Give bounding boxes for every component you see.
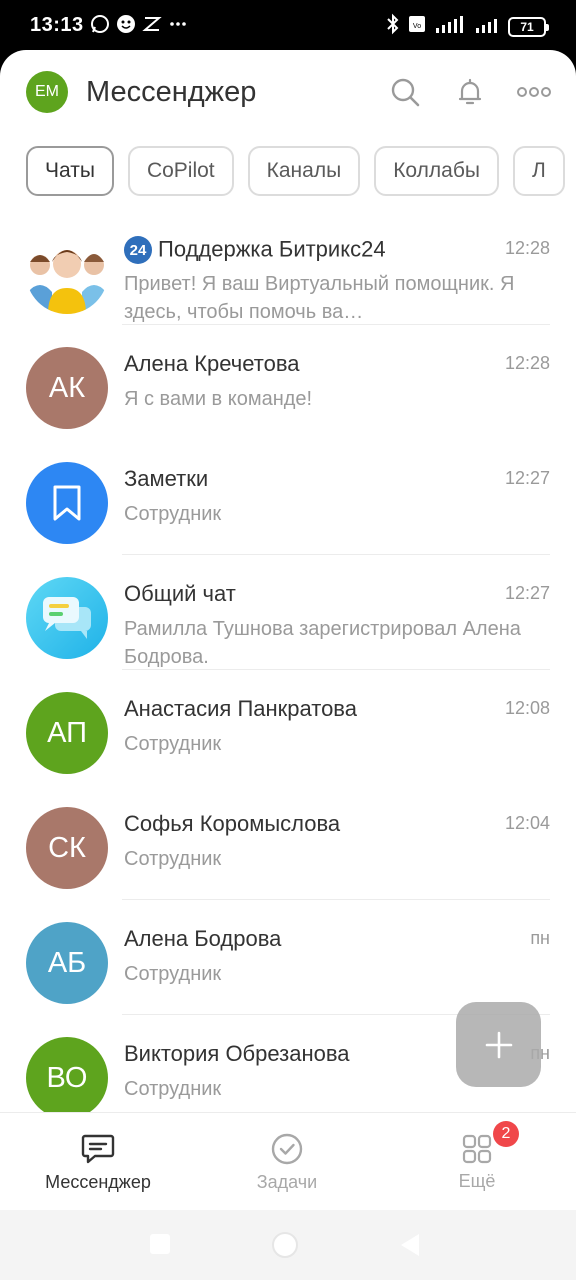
back-icon[interactable] <box>398 1231 422 1259</box>
chat-item-notes[interactable]: Заметки 12:27 Сотрудник <box>0 440 576 555</box>
avatar: СК <box>26 807 108 889</box>
chat-item-support[interactable]: 24 Поддержка Битрикс24 12:28 Привет! Я ва… <box>0 210 576 325</box>
system-status-icons: Vo 71 <box>386 13 549 40</box>
avatar: АП <box>26 692 108 774</box>
chat-name: Алена Кречетова <box>124 351 300 376</box>
support-avatar <box>26 232 108 314</box>
chat-time: 12:28 <box>504 238 550 258</box>
chat-name: 24 Поддержка Битрикс24 <box>124 236 386 264</box>
signal-icon-1 <box>434 14 466 39</box>
notification-icons <box>90 14 188 34</box>
chat-name: Заметки <box>124 466 209 491</box>
chat-time: пн <box>530 928 550 948</box>
more-menu-button[interactable] <box>514 72 554 112</box>
chat-message: Рамилла Тушнова зарегистрировал Алена Бо… <box>124 618 521 668</box>
chat-item-general[interactable]: Общий чат 12:27 Рамилла Тушнова зарегист… <box>0 555 576 670</box>
system-navigation-bar <box>0 1210 576 1280</box>
nav-messenger-label: Мессенджер <box>45 1171 151 1192</box>
search-button[interactable] <box>385 72 425 112</box>
tab-collabs[interactable]: Коллабы <box>374 146 499 196</box>
chat-message: Сотрудник <box>124 503 222 525</box>
user-avatar[interactable]: ЕМ <box>26 71 68 113</box>
svg-text:Vo: Vo <box>413 23 421 30</box>
nav-tasks-label: Задачи <box>256 1171 318 1192</box>
chat-time: 12:27 <box>504 583 550 603</box>
page-title: Мессенджер <box>86 76 257 108</box>
chat-name: Общий чат <box>124 581 236 606</box>
tab-channels[interactable]: Каналы <box>247 146 361 196</box>
filter-tabs: Чаты CoPilot Каналы Коллабы Л <box>26 146 565 196</box>
chat-name: Алена Бодрова <box>124 926 282 951</box>
bluetooth-icon <box>386 13 400 40</box>
messenger-icon <box>81 1134 115 1163</box>
whatsapp-icon <box>90 14 110 34</box>
new-chat-button[interactable] <box>456 1002 541 1087</box>
chat-message: Сотрудник <box>124 963 222 985</box>
more-icon <box>517 87 551 97</box>
chat-name: Анастасия Панкратова <box>124 696 357 721</box>
chat-name: Виктория Обрезанова <box>124 1041 350 1066</box>
chat-bubbles-icon <box>43 597 91 639</box>
volte-icon: Vo <box>408 14 426 39</box>
chat-time: 12:08 <box>504 698 550 718</box>
avatar: АК <box>26 347 108 429</box>
nav-tasks[interactable]: Задачи <box>237 1113 337 1210</box>
more-notifications-icon <box>168 14 188 34</box>
recents-icon[interactable] <box>148 1232 172 1256</box>
chat-message: Сотрудник <box>124 848 222 870</box>
general-chat-avatar <box>26 577 108 659</box>
bottom-navigation: Мессенджер Задачи Ещё 2 <box>0 1112 576 1210</box>
notifications-button[interactable] <box>450 72 490 112</box>
status-time: 13:13 <box>30 14 84 36</box>
notification-badge: 2 <box>493 1121 519 1147</box>
chat-message: Сотрудник <box>124 733 222 755</box>
battery-indicator: 71 <box>508 16 549 37</box>
grid-icon <box>462 1134 492 1163</box>
chat-message: Привет! Я ваш Виртуальный помощник. Я зд… <box>124 273 515 323</box>
chat-item[interactable]: СК Софья Коромыслова 12:04 Сотрудник <box>0 785 576 900</box>
messenger-app: ЕМ Мессенджер Чаты CoPilot Каналы Коллаб… <box>0 50 576 1210</box>
tasks-check-icon <box>271 1133 303 1164</box>
nav-more-label: Ещё <box>458 1170 496 1191</box>
tab-copilot[interactable]: CoPilot <box>127 146 234 196</box>
nav-more[interactable]: Ещё 2 <box>437 1113 519 1210</box>
chat-list: 24 Поддержка Битрикс24 12:28 Привет! Я ва… <box>0 210 576 1130</box>
bookmark-icon <box>53 485 81 521</box>
chat-item[interactable]: АБ Алена Бодрова пн Сотрудник <box>0 900 576 1015</box>
chat-time: 12:27 <box>504 468 550 488</box>
app-header: ЕМ Мессенджер <box>0 50 576 140</box>
bitrix24-badge: 24 <box>124 236 152 264</box>
search-icon <box>391 78 420 107</box>
signal-icon-2 <box>474 14 500 39</box>
notes-avatar <box>26 462 108 544</box>
nav-messenger[interactable]: Мессенджер <box>38 1113 158 1210</box>
chat-item[interactable]: АП Анастасия Панкратова 12:08 Сотрудник <box>0 670 576 785</box>
chat-message: Я с вами в команде! <box>124 388 313 410</box>
app-icon <box>142 14 162 34</box>
chat-time: 12:28 <box>504 353 550 373</box>
status-bar: 13:13 Vo 71 <box>0 0 576 50</box>
home-icon[interactable] <box>270 1230 300 1260</box>
avatar: ВО <box>26 1037 108 1119</box>
tab-chats[interactable]: Чаты <box>26 146 114 196</box>
chat-item[interactable]: АК Алена Кречетова 12:28 Я с вами в кома… <box>0 325 576 440</box>
chat-name: Софья Коромыслова <box>124 811 341 836</box>
avatar: АБ <box>26 922 108 1004</box>
plus-icon <box>485 1031 512 1058</box>
tab-next[interactable]: Л <box>512 146 565 196</box>
chat-time: 12:04 <box>504 813 550 833</box>
bell-icon <box>458 78 482 105</box>
smiley-icon <box>116 14 136 34</box>
